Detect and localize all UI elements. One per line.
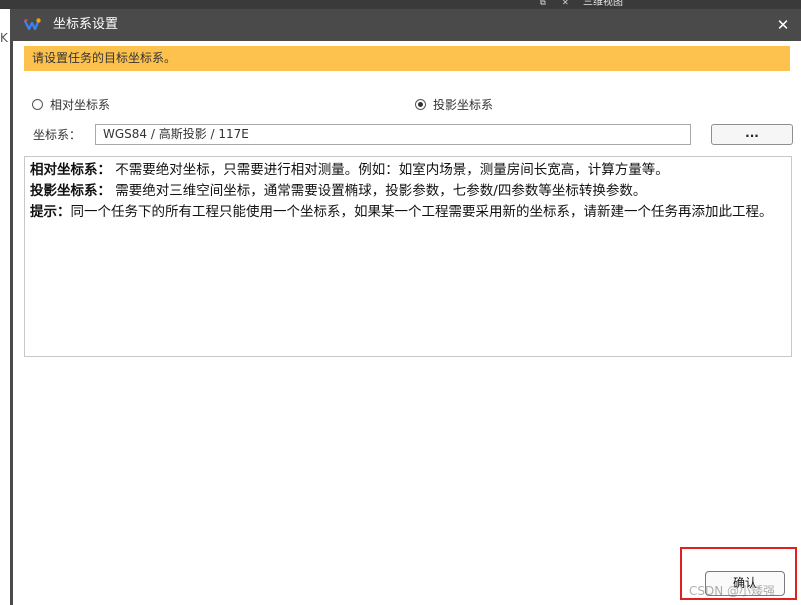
- radio-relative-coordinate[interactable]: 相对坐标系: [32, 94, 110, 114]
- dialog-title: 坐标系设置: [53, 17, 119, 32]
- radio-projected-label: 投影坐标系: [433, 97, 494, 112]
- screen: ⧉ ✕ 三维视图 K 坐标系设置 ✕ 请设置任务的目标坐标系。 相对坐标系 投影…: [0, 0, 801, 605]
- description-panel: 相对坐标系： 不需要绝对坐标，只需要进行相对测量。例如：如室内场景，测量房间长宽…: [24, 156, 792, 357]
- radio-projected-coordinate[interactable]: 投影坐标系: [415, 94, 493, 114]
- description-projected-term: 投影坐标系：: [30, 183, 111, 199]
- background-window-edge: K: [0, 9, 10, 605]
- background-edge-glyph: K: [0, 31, 8, 45]
- background-close-icon[interactable]: ✕: [562, 0, 572, 7]
- description-relative: 相对坐标系： 不需要绝对坐标，只需要进行相对测量。例如：如室内场景，测量房间长宽…: [30, 160, 786, 181]
- description-relative-text: 不需要绝对坐标，只需要进行相对测量。例如：如室内场景，测量房间长宽高，计算方量等…: [111, 162, 669, 178]
- background-tab-3d-view[interactable]: 三维视图: [583, 0, 643, 6]
- close-icon[interactable]: ✕: [773, 15, 793, 35]
- radio-projected-indicator[interactable]: [415, 98, 426, 110]
- coordinate-system-label: 坐标系：: [33, 128, 82, 142]
- browse-button[interactable]: ...: [711, 124, 793, 145]
- radio-relative-indicator[interactable]: [32, 98, 43, 110]
- coordinate-system-field[interactable]: WGS84 / 高斯投影 / 117E: [95, 124, 691, 145]
- restore-icon[interactable]: ⧉: [540, 0, 550, 7]
- app-logo-icon: [23, 18, 41, 31]
- confirm-button[interactable]: 确认: [705, 571, 785, 596]
- description-projected: 投影坐标系： 需要绝对三维空间坐标，通常需要设置椭球，投影参数，七参数/四参数等…: [30, 181, 786, 202]
- dialog-titlebar[interactable]: 坐标系设置 ✕: [13, 9, 801, 41]
- description-projected-text: 需要绝对三维空间坐标，通常需要设置椭球，投影参数，七参数/四参数等坐标转换参数。: [111, 183, 647, 199]
- description-tip: 提示：同一个任务下的所有工程只能使用一个坐标系，如果某一个工程需要采用新的坐标系…: [30, 202, 786, 223]
- description-tip-term: 提示：: [30, 204, 71, 220]
- notice-banner: 请设置任务的目标坐标系。: [24, 46, 790, 71]
- description-tip-text: 同一个任务下的所有工程只能使用一个坐标系，如果某一个工程需要采用新的坐标系，请新…: [70, 204, 773, 220]
- radio-relative-label: 相对坐标系: [50, 97, 111, 112]
- description-relative-term: 相对坐标系：: [30, 162, 111, 178]
- background-window-strip: ⧉ ✕ 三维视图: [0, 0, 801, 9]
- coordinate-system-dialog: 坐标系设置 ✕ 请设置任务的目标坐标系。 相对坐标系 投影坐标系 坐标系： WG…: [10, 9, 801, 605]
